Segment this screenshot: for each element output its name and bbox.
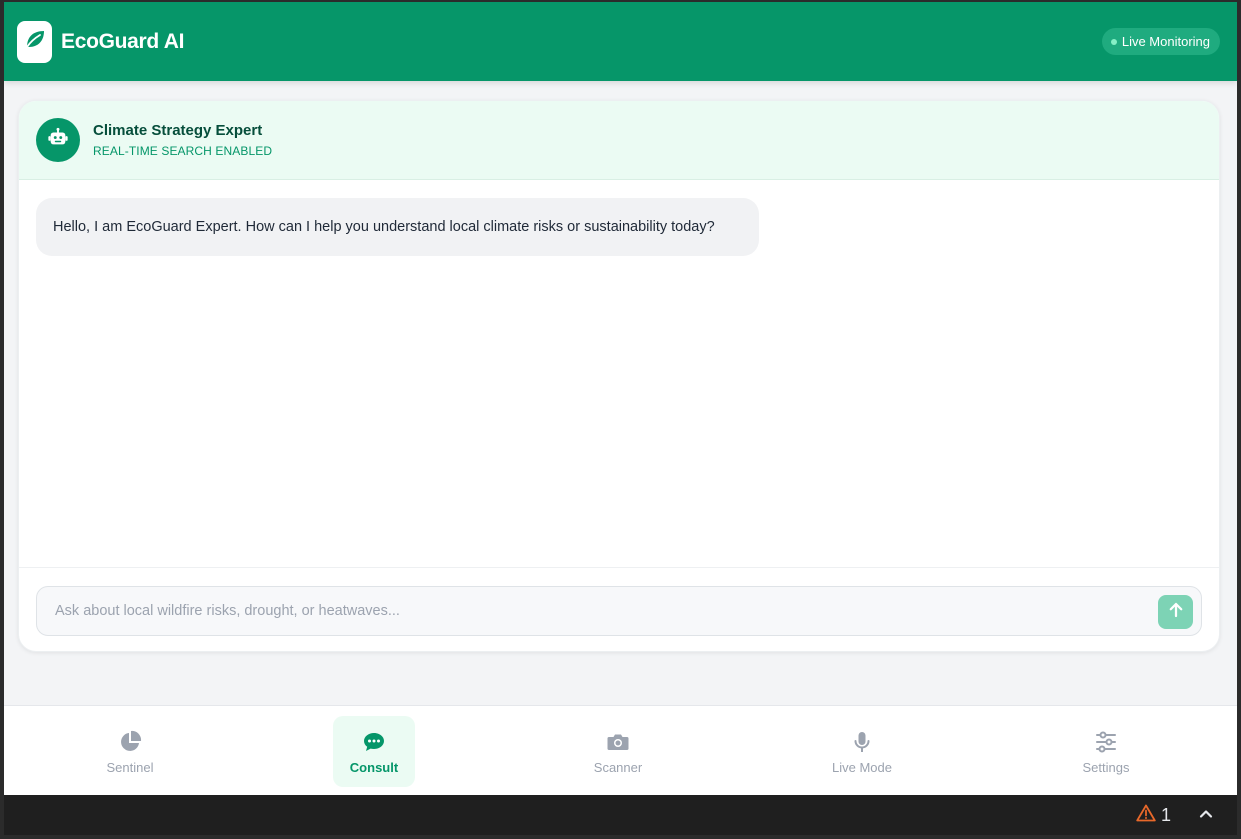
status-dot-icon: [1110, 38, 1117, 45]
send-button[interactable]: [1158, 595, 1193, 629]
chat-input-container: [36, 586, 1202, 636]
divider: [19, 567, 1219, 568]
sliders-icon: [1094, 729, 1118, 755]
nav-item-sentinel[interactable]: Sentinel: [89, 716, 171, 787]
leaf-icon: [23, 27, 47, 56]
warning-count: 1: [1160, 805, 1171, 825]
chat-panel: Climate Strategy Expert REAL-TIME SEARCH…: [18, 100, 1220, 652]
nav-label: Scanner: [593, 759, 643, 775]
expert-name: Climate Strategy Expert: [93, 122, 263, 139]
microphone-icon: [850, 729, 874, 755]
nav-item-settings[interactable]: Settings: [1065, 716, 1147, 787]
app-window: EcoGuard AI Live Monitoring Climate Stra…: [4, 2, 1237, 795]
live-monitoring-label: Live Monitoring: [1121, 34, 1210, 49]
camera-icon: [606, 729, 630, 755]
app-header: EcoGuard AI Live Monitoring: [4, 2, 1237, 81]
nav-item-scanner[interactable]: Scanner: [577, 716, 659, 787]
message-text: Hello, I am EcoGuard Expert. How can I h…: [53, 219, 715, 235]
taskbar: 1: [4, 795, 1237, 835]
warning-triangle-icon: [1136, 804, 1156, 827]
pie-chart-icon: [118, 729, 142, 755]
warning-indicator[interactable]: 1: [1136, 804, 1171, 827]
nav-label: Consult: [349, 759, 399, 775]
nav-label: Sentinel: [106, 759, 154, 775]
chat-bubble-icon: [362, 729, 386, 755]
avatar: [36, 118, 80, 162]
app-title: EcoGuard AI: [61, 29, 185, 53]
arrow-up-icon: [1167, 601, 1185, 624]
chat-input[interactable]: [55, 603, 1135, 619]
nav-label: Live Mode: [832, 759, 892, 775]
robot-icon: [47, 127, 69, 154]
expert-subtitle: REAL-TIME SEARCH ENABLED: [93, 144, 273, 158]
chevron-up-icon[interactable]: [1199, 807, 1213, 826]
app-logo: [17, 20, 52, 63]
chat-header: Climate Strategy Expert REAL-TIME SEARCH…: [19, 101, 1219, 180]
nav-item-consult[interactable]: Consult: [333, 716, 415, 787]
nav-label: Settings: [1082, 759, 1130, 775]
bottom-navigation: Sentinel Consult Scanner Live Mode Setti…: [4, 705, 1237, 795]
assistant-message: Hello, I am EcoGuard Expert. How can I h…: [36, 198, 759, 256]
live-monitoring-badge[interactable]: Live Monitoring: [1101, 28, 1220, 55]
nav-item-live-mode[interactable]: Live Mode: [821, 716, 903, 787]
